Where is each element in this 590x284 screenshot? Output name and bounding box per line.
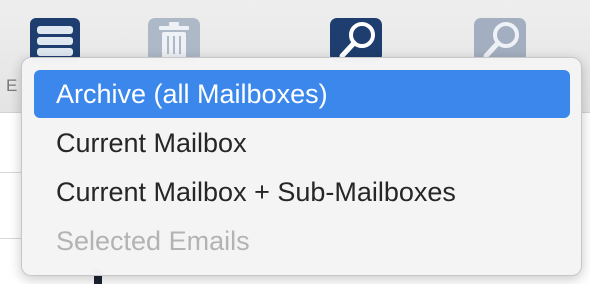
search-icon — [330, 18, 382, 62]
toolbar-label: E — [6, 76, 18, 95]
menu-item-label: Archive (all Mailboxes) — [56, 78, 328, 109]
archive-scope-menu: Archive (all Mailboxes) Current Mailbox … — [21, 57, 582, 276]
divider — [0, 172, 22, 173]
menu-item-label: Selected Emails — [56, 225, 250, 256]
search-button[interactable] — [328, 18, 384, 62]
delete-button[interactable] — [146, 18, 202, 62]
menu-item-current-mailbox[interactable]: Current Mailbox — [34, 119, 570, 167]
menu-item-archive-all-mailboxes[interactable]: Archive (all Mailboxes) — [34, 70, 570, 118]
archive-button[interactable] — [26, 18, 82, 62]
menu-item-selected-emails: Selected Emails — [34, 217, 570, 265]
search-icon — [474, 18, 526, 62]
menu-item-current-mailbox-sub-mailboxes[interactable]: Current Mailbox + Sub-Mailboxes — [34, 168, 570, 216]
trash-icon — [148, 18, 200, 62]
advanced-search-button[interactable] — [472, 18, 528, 62]
menu-item-label: Current Mailbox + Sub-Mailboxes — [56, 176, 456, 207]
menu-item-label: Current Mailbox — [56, 127, 247, 158]
divider — [0, 238, 22, 239]
archive-icon — [30, 18, 80, 62]
